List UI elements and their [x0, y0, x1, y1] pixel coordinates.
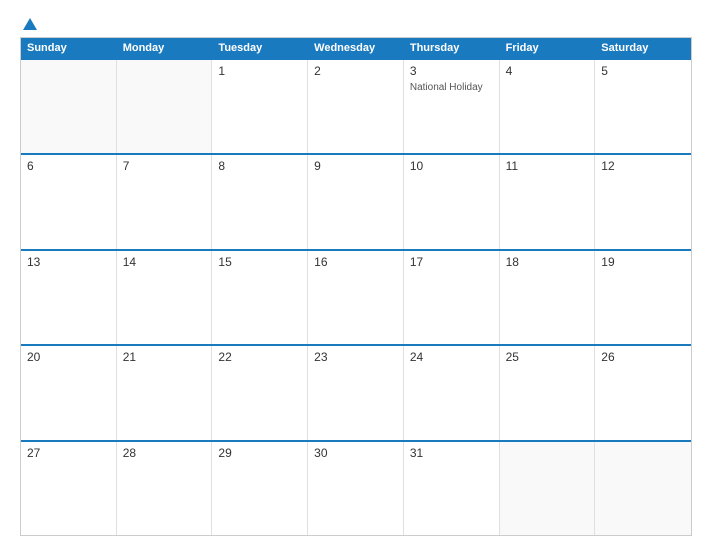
day-number: 5: [601, 64, 685, 78]
calendar-cell: 1: [212, 60, 308, 153]
day-number: 30: [314, 446, 397, 460]
header-day-monday: Monday: [117, 38, 213, 58]
calendar-cell: 18: [500, 251, 596, 344]
calendar-week-5: 27 28 29 30 31: [21, 440, 691, 535]
calendar-cell: [21, 60, 117, 153]
calendar-cell: 28: [117, 442, 213, 535]
calendar-week-1: 123 National Holiday 45: [21, 58, 691, 153]
header-day-wednesday: Wednesday: [308, 38, 404, 58]
calendar-cell: 12: [595, 155, 691, 248]
day-number: 3: [410, 64, 493, 78]
day-number: 11: [506, 159, 589, 173]
day-number: 15: [218, 255, 301, 269]
day-number: 1: [218, 64, 301, 78]
calendar-cell: 5: [595, 60, 691, 153]
day-number: 2: [314, 64, 397, 78]
day-number: 7: [123, 159, 206, 173]
calendar-cell: [500, 442, 596, 535]
page-header: [20, 18, 692, 31]
calendar-cell: [595, 442, 691, 535]
day-number: 10: [410, 159, 493, 173]
calendar-cell: 29: [212, 442, 308, 535]
header-day-tuesday: Tuesday: [212, 38, 308, 58]
header-day-friday: Friday: [500, 38, 596, 58]
day-number: 17: [410, 255, 493, 269]
calendar-cell: 14: [117, 251, 213, 344]
calendar-grid: SundayMondayTuesdayWednesdayThursdayFrid…: [20, 37, 692, 536]
day-number: 27: [27, 446, 110, 460]
calendar-cell: 22: [212, 346, 308, 439]
day-number: 9: [314, 159, 397, 173]
calendar-cell: 9: [308, 155, 404, 248]
day-number: 6: [27, 159, 110, 173]
day-number: 13: [27, 255, 110, 269]
day-number: 19: [601, 255, 685, 269]
calendar-cell: 3 National Holiday: [404, 60, 500, 153]
header-day-thursday: Thursday: [404, 38, 500, 58]
day-number: 24: [410, 350, 493, 364]
header-day-saturday: Saturday: [595, 38, 691, 58]
calendar-cell: 31: [404, 442, 500, 535]
day-number: 23: [314, 350, 397, 364]
calendar-cell: 24: [404, 346, 500, 439]
calendar-cell: 16: [308, 251, 404, 344]
header-day-sunday: Sunday: [21, 38, 117, 58]
day-number: 25: [506, 350, 589, 364]
calendar-cell: 15: [212, 251, 308, 344]
calendar-cell: 21: [117, 346, 213, 439]
calendar-cell: 10: [404, 155, 500, 248]
calendar-cell: 19: [595, 251, 691, 344]
calendar-cell: 8: [212, 155, 308, 248]
day-number: 4: [506, 64, 589, 78]
calendar-page: SundayMondayTuesdayWednesdayThursdayFrid…: [0, 0, 712, 550]
calendar-cell: [117, 60, 213, 153]
calendar-cell: 4: [500, 60, 596, 153]
calendar-cell: 13: [21, 251, 117, 344]
calendar-cell: 20: [21, 346, 117, 439]
day-number: 22: [218, 350, 301, 364]
calendar-cell: 6: [21, 155, 117, 248]
calendar-cell: 25: [500, 346, 596, 439]
calendar-week-2: 6789 10 11 12: [21, 153, 691, 248]
day-number: 26: [601, 350, 685, 364]
day-number: 12: [601, 159, 685, 173]
logo: [20, 18, 37, 31]
calendar-cell: 23: [308, 346, 404, 439]
calendar-week-3: 13 14 15 16 17 18 19: [21, 249, 691, 344]
calendar-cell: 27: [21, 442, 117, 535]
day-number: 16: [314, 255, 397, 269]
calendar-cell: 30: [308, 442, 404, 535]
calendar-cell: 11: [500, 155, 596, 248]
day-number: 18: [506, 255, 589, 269]
day-number: 29: [218, 446, 301, 460]
calendar-cell: 26: [595, 346, 691, 439]
day-number: 20: [27, 350, 110, 364]
calendar-cell: 17: [404, 251, 500, 344]
day-number: 28: [123, 446, 206, 460]
logo-triangle-icon: [23, 18, 37, 30]
day-number: 8: [218, 159, 301, 173]
calendar-week-4: 20 21 22 23 24 25 26: [21, 344, 691, 439]
calendar-header: SundayMondayTuesdayWednesdayThursdayFrid…: [21, 38, 691, 58]
logo-blue-row: [20, 18, 37, 31]
day-number: 31: [410, 446, 493, 460]
day-number: 14: [123, 255, 206, 269]
calendar-cell: 7: [117, 155, 213, 248]
day-event: National Holiday: [410, 82, 493, 93]
calendar-cell: 2: [308, 60, 404, 153]
calendar-body: 123National Holiday456789101112131415161…: [21, 58, 691, 535]
day-number: 21: [123, 350, 206, 364]
